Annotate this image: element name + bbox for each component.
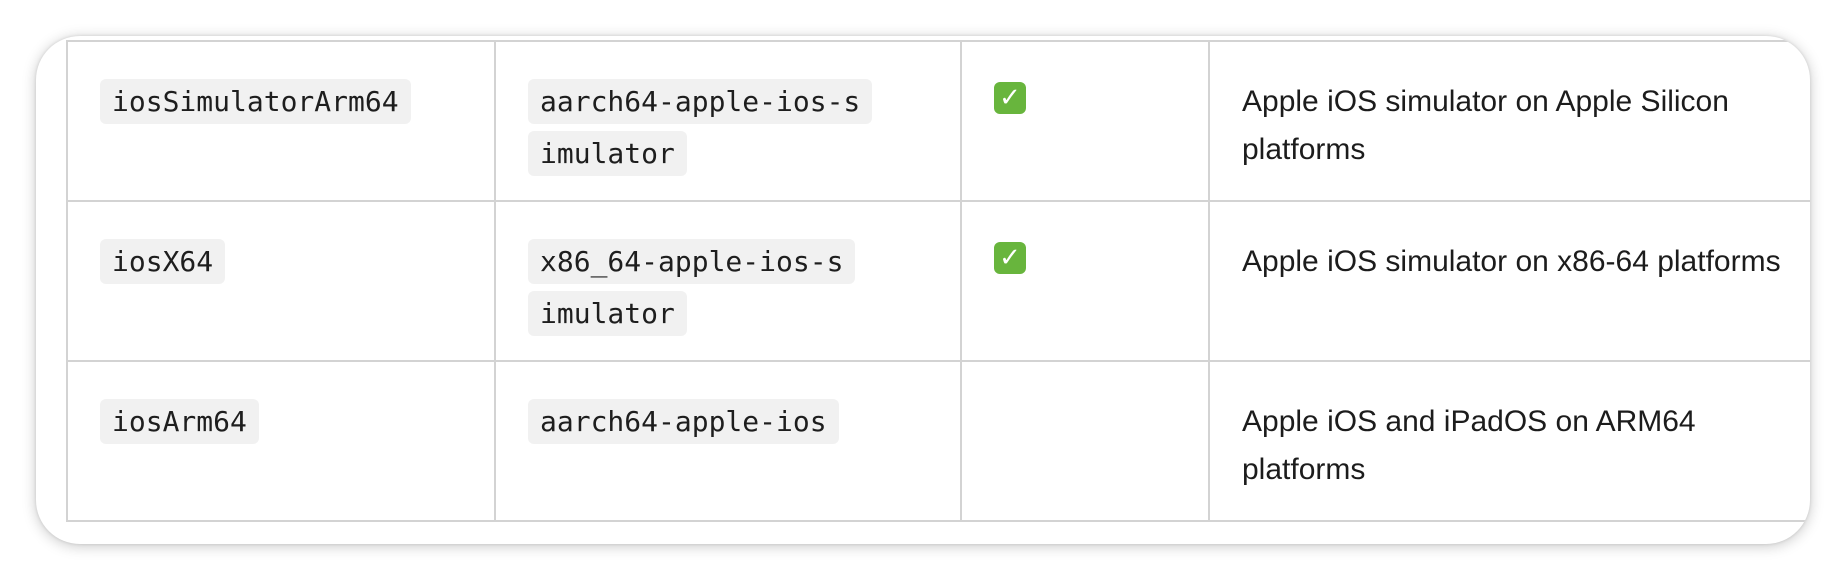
check-mark-button-icon: ✓	[994, 82, 1026, 114]
triple-cell: x86_64-apple-ios-simulator	[494, 200, 962, 362]
table-row: iosX64 x86_64-apple-ios-simulator ✓ Appl…	[66, 200, 1810, 362]
target-name: iosSimulatorArm64	[100, 79, 411, 124]
target-triple: x86_64-apple-ios-simulator	[528, 239, 856, 336]
target-cell: iosSimulatorArm64	[66, 40, 496, 202]
description-cell: Apple iOS simulator on Apple Silicon pla…	[1208, 40, 1810, 202]
target-description: Apple iOS and iPadOS on ARM64 platforms	[1242, 405, 1696, 486]
tested-cell: ✓	[960, 40, 1210, 202]
target-triple: aarch64-apple-ios-simulator	[528, 79, 873, 176]
targets-table: iosSimulatorArm64 aarch64-apple-ios-simu…	[66, 40, 1810, 522]
target-description: Apple iOS simulator on x86-64 platforms	[1242, 245, 1781, 278]
description-cell: Apple iOS simulator on x86-64 platforms	[1208, 200, 1810, 362]
tested-cell: ✓	[960, 200, 1210, 362]
target-name: iosX64	[100, 239, 226, 284]
triple-cell: aarch64-apple-ios-simulator	[494, 40, 962, 202]
triple-cell: aarch64-apple-ios	[494, 360, 962, 522]
target-cell: iosX64	[66, 200, 496, 362]
table-row: iosSimulatorArm64 aarch64-apple-ios-simu…	[66, 40, 1810, 202]
description-cell: Apple iOS and iPadOS on ARM64 platforms	[1208, 360, 1810, 522]
tested-cell	[960, 360, 1210, 522]
table-row: iosArm64 aarch64-apple-ios Apple iOS and…	[66, 360, 1810, 522]
target-description: Apple iOS simulator on Apple Silicon pla…	[1242, 85, 1729, 166]
check-mark-button-icon: ✓	[994, 242, 1026, 274]
target-cell: iosArm64	[66, 360, 496, 522]
table-card: iosSimulatorArm64 aarch64-apple-ios-simu…	[36, 36, 1810, 544]
target-name: iosArm64	[100, 399, 259, 444]
target-triple: aarch64-apple-ios	[528, 399, 839, 444]
